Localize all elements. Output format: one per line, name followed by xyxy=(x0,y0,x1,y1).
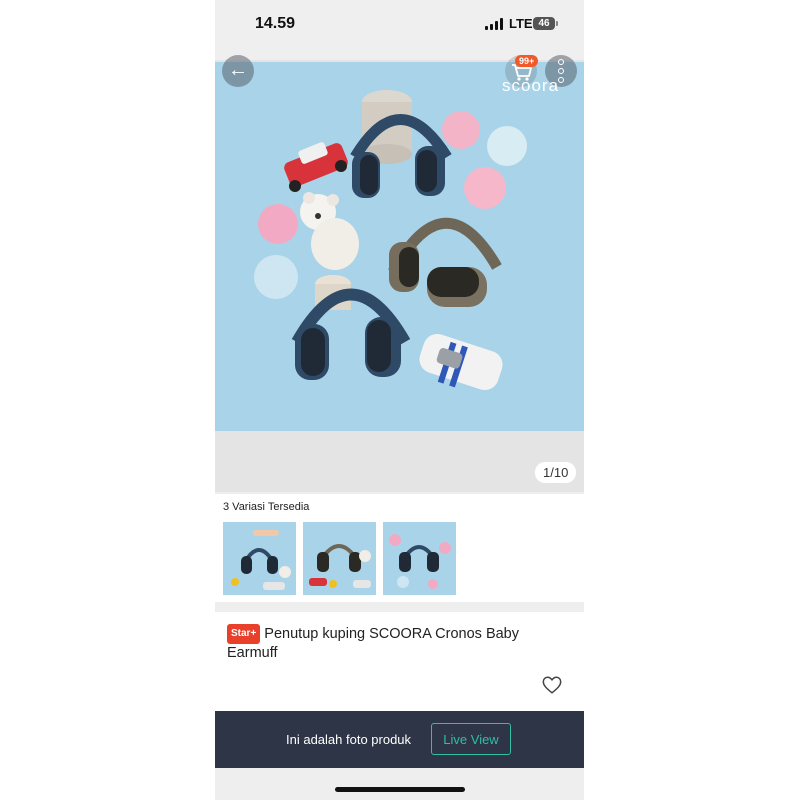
variants-section: 3 Variasi Tersedia xyxy=(215,494,584,602)
variant-image-3 xyxy=(383,522,456,595)
variant-image-1 xyxy=(223,522,296,595)
network-label: LTE xyxy=(509,16,533,31)
product-title-text: Penutup kuping SCOORA Cronos Baby Earmuf… xyxy=(227,626,519,661)
home-indicator[interactable] xyxy=(335,787,465,792)
phone-screen: 14.59 LTE 46 ← 99+ scoora 1/10 3 Variasi… xyxy=(215,0,584,800)
banner-text: Ini adalah foto produk xyxy=(286,732,412,747)
battery-icon: 46 xyxy=(533,17,558,30)
live-view-banner: Ini adalah foto produk Live View xyxy=(215,711,584,768)
variant-thumbnail-3[interactable] xyxy=(383,522,456,595)
heart-icon[interactable] xyxy=(541,674,563,696)
back-button[interactable]: ← xyxy=(222,55,254,87)
signal-icon xyxy=(485,18,503,30)
live-view-button[interactable]: Live View xyxy=(431,723,511,755)
status-time: 14.59 xyxy=(255,15,296,32)
product-gallery[interactable]: ← 99+ scoora 1/10 xyxy=(215,55,584,492)
variant-image-2 xyxy=(303,522,376,595)
status-bar: 14.59 LTE 46 xyxy=(215,0,584,60)
star-plus-badge: Star+ xyxy=(227,624,261,644)
product-info: Star+ Penutup kuping SCOORA Cronos Baby E… xyxy=(215,612,584,712)
product-title[interactable]: Star+ Penutup kuping SCOORA Cronos Baby E… xyxy=(227,624,567,662)
brand-watermark: scoora xyxy=(502,76,560,95)
variant-thumbnail-1[interactable] xyxy=(223,522,296,595)
back-arrow-icon: ← xyxy=(228,59,248,81)
variants-title: 3 Variasi Tersedia xyxy=(223,501,310,513)
cart-count-badge: 99+ xyxy=(515,55,539,67)
product-photo[interactable] xyxy=(215,62,584,431)
product-photo-illustration xyxy=(215,62,584,431)
gallery-page-indicator: 1/10 xyxy=(535,462,577,483)
variant-thumbnail-2[interactable] xyxy=(303,522,376,595)
